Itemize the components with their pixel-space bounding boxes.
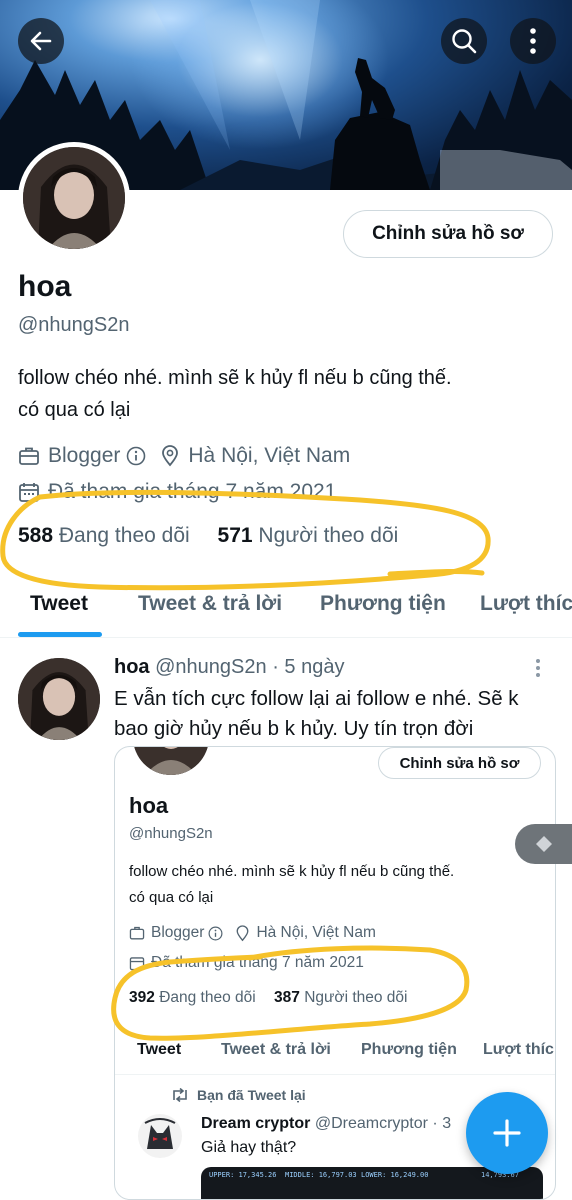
- embedded-joined-row: Đã tham gia tháng 7 năm 2021: [129, 953, 364, 973]
- following-count: 588: [18, 524, 54, 547]
- plus-icon: [493, 1119, 521, 1147]
- embedded-followers-count: 387: [274, 989, 300, 1006]
- embedded-tab: Tweet & trả lời: [221, 1041, 331, 1058]
- followers-link[interactable]: 571 Người theo dõi: [218, 524, 399, 547]
- diamond-icon: [535, 836, 552, 852]
- embedded-following-label: Đang theo dõi: [159, 989, 256, 1006]
- profile-meta-row: Blogger Hà Nội, Việt Nam: [18, 442, 350, 470]
- bio-line: có qua có lại: [129, 889, 214, 906]
- media-text: MIDDLE: 16,797.03: [285, 1171, 357, 1179]
- embedded-rt-avatar: [137, 1113, 183, 1159]
- embedded-followers-label: Người theo dõi: [304, 989, 408, 1006]
- active-tab-indicator: [18, 632, 102, 637]
- bio-line: có qua có lại: [18, 399, 131, 421]
- search-icon: [452, 29, 477, 54]
- location-pin-icon: [162, 445, 179, 467]
- embedded-tab: Lượt thíc: [483, 1041, 554, 1058]
- tweet-avatar[interactable]: [18, 658, 100, 740]
- search-button[interactable]: [441, 18, 487, 64]
- embedded-rt-name: Dream cryptor: [201, 1115, 311, 1132]
- embedded-tabs: Tweet Tweet & trả lời Phương tiện Lượt t…: [115, 1035, 555, 1075]
- embedded-bio: follow chéo nhé. mình sẽ k hủy fl nếu b …: [129, 859, 454, 911]
- tweet-author-name[interactable]: hoa: [114, 656, 150, 678]
- followers-count: 571: [217, 524, 253, 547]
- embedded-rt-media: UPPER: 17,345.26 MIDDLE: 16,797.03 LOWER…: [201, 1167, 543, 1199]
- embedded-location: Hà Nội, Việt Nam: [256, 924, 376, 941]
- embedded-rt-handle: @Dreamcryptor · 3: [314, 1115, 452, 1132]
- briefcase-icon: [19, 447, 39, 465]
- media-text: LOWER: 16,249.00: [361, 1171, 429, 1179]
- tab-likes[interactable]: Lượt thích: [480, 592, 572, 616]
- more-button[interactable]: [510, 18, 556, 64]
- profile-joined-row: Đã tham gia tháng 7 năm 2021: [18, 478, 336, 506]
- tab-tweets[interactable]: Tweet: [30, 592, 88, 616]
- profile-name: hoa: [18, 270, 72, 303]
- calendar-icon: [19, 483, 39, 502]
- profile-avatar[interactable]: [18, 142, 130, 254]
- profile-tabs: Tweet Tweet & trả lời Phương tiện Lượt t…: [0, 582, 572, 638]
- embedded-retweet-label: Bạn đã Tweet lại: [197, 1087, 306, 1103]
- media-text: UPPER: 17,345.26: [209, 1171, 277, 1179]
- embedded-rt-text: Giả hay thật?: [201, 1139, 297, 1156]
- bio-line: follow chéo nhé. mình sẽ k hủy fl nếu b …: [18, 367, 452, 389]
- location-pin-icon: [237, 924, 249, 941]
- embedded-handle: @nhungS2n: [129, 825, 213, 842]
- following-label: Đang theo dõi: [58, 524, 190, 547]
- profile-bio: follow chéo nhé. mình sẽ k hủy fl nếu b …: [18, 362, 452, 426]
- embedded-tab: Phương tiện: [361, 1041, 457, 1058]
- embedded-joined: Đã tham gia tháng 7 năm 2021: [151, 954, 364, 971]
- profile-location: Hà Nội, Việt Nam: [188, 444, 351, 467]
- tab-media[interactable]: Phương tiện: [320, 592, 446, 616]
- tab-tweets-replies[interactable]: Tweet & trả lời: [138, 592, 282, 616]
- retweet-icon: [173, 1088, 187, 1102]
- embedded-following-count: 392: [129, 989, 155, 1006]
- info-icon: [208, 926, 223, 940]
- profile-stats: 588 Đang theo dõi 571 Người theo dõi: [18, 524, 398, 548]
- more-vertical-icon: [530, 28, 536, 54]
- embedded-rt-header: Dream cryptor @Dreamcryptor · 3: [201, 1115, 451, 1133]
- avatar-photo: [133, 747, 209, 775]
- calendar-icon: [129, 957, 145, 971]
- back-button[interactable]: [18, 18, 64, 64]
- tweet-author-handle[interactable]: @nhungS2n: [155, 656, 267, 678]
- embedded-avatar: [133, 747, 209, 775]
- compose-tweet-button[interactable]: [466, 1092, 548, 1174]
- embedded-meta-row: Blogger Hà Nội, Việt Nam: [129, 923, 376, 943]
- info-icon[interactable]: [126, 446, 146, 466]
- following-link[interactable]: 588 Đang theo dõi: [18, 524, 190, 547]
- embedded-tab: Tweet: [137, 1041, 182, 1058]
- embedded-edit-profile-button: Chỉnh sửa hồ sơ: [378, 747, 541, 779]
- profile-handle: @nhungS2n: [18, 314, 130, 336]
- embedded-stats: 392 Đang theo dõi 387 Người theo dõi: [129, 989, 407, 1007]
- embedded-category: Blogger: [151, 924, 205, 941]
- edit-profile-button[interactable]: Chỉnh sửa hồ sơ: [343, 210, 553, 258]
- briefcase-icon: [129, 926, 145, 940]
- profile-joined: Đã tham gia tháng 7 năm 2021: [48, 480, 337, 503]
- wolf-logo-icon: [138, 1114, 182, 1158]
- profile-category: Blogger: [48, 444, 121, 467]
- tweet-more-icon[interactable]: [534, 658, 542, 678]
- avatar-photo: [23, 147, 125, 249]
- followers-label: Người theo dõi: [258, 524, 399, 547]
- tweet-time: · 5 ngày: [272, 656, 345, 678]
- arrow-left-icon: [30, 31, 52, 51]
- tweet-header: hoa @nhungS2n · 5 ngày: [114, 656, 344, 679]
- embedded-name: hoa: [129, 793, 169, 818]
- avatar-photo: [18, 658, 100, 740]
- floating-side-tab[interactable]: [515, 824, 572, 864]
- bio-line: follow chéo nhé. mình sẽ k hủy fl nếu b …: [129, 863, 455, 880]
- embedded-retweet-notice: Bạn đã Tweet lại: [171, 1087, 306, 1103]
- tweet-text: E vẫn tích cực follow lại ai follow e nh…: [114, 687, 519, 740]
